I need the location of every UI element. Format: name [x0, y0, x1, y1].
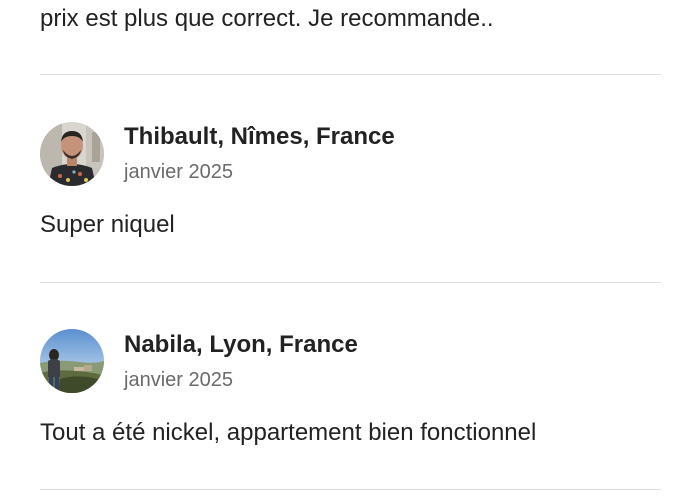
review-date: janvier 2025 [124, 369, 233, 391]
divider [40, 282, 661, 283]
avatar-photo-icon [40, 329, 104, 393]
previous-review-text: prix est plus que correct. Je recommande… [40, 5, 494, 32]
review-text: Tout a été nickel, appartement bien fonc… [40, 419, 537, 446]
review-list: prix est plus que correct. Je recommande… [0, 0, 700, 500]
review-date: janvier 2025 [124, 161, 233, 183]
avatar[interactable] [40, 122, 104, 186]
avatar[interactable] [40, 329, 104, 393]
avatar-photo-icon [40, 122, 104, 186]
reviewer-name[interactable]: Thibault, Nîmes, France [124, 122, 395, 152]
divider [40, 74, 661, 75]
review-text: Super niquel [40, 211, 175, 238]
divider [40, 489, 661, 490]
reviewer-name[interactable]: Nabila, Lyon, France [124, 330, 358, 360]
